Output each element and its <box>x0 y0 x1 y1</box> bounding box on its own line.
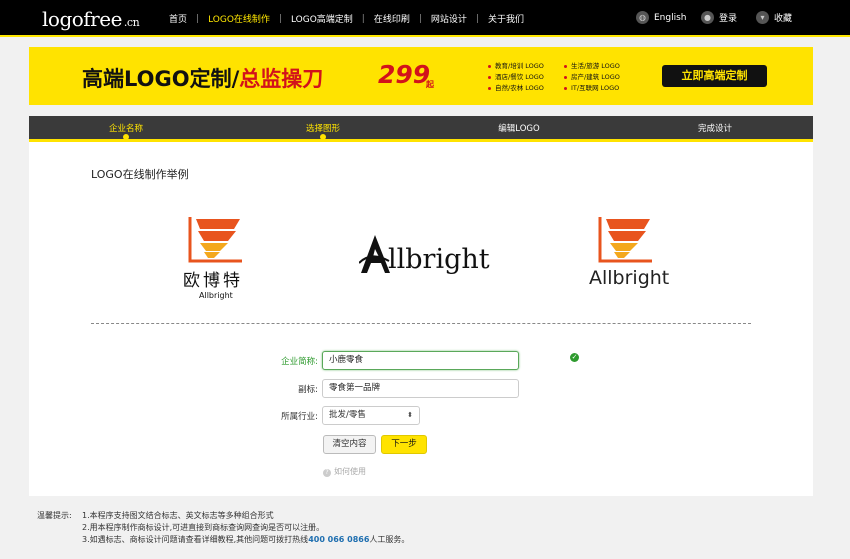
step-company-name: 企业名称 <box>108 124 144 134</box>
question-icon: ? <box>323 469 331 477</box>
banner-list-col2: 生活/旅游 LOGO 房产/建筑 LOGO IT/互联网 LOGO <box>564 61 620 94</box>
step-edit-logo: 编辑LOGO <box>498 124 540 134</box>
nav-home[interactable]: 首页 <box>160 12 196 25</box>
step-dot <box>320 134 326 140</box>
banner-list-item: 教育/培训 LOGO <box>488 61 544 72</box>
company-name-label: 企业简称: <box>281 357 318 367</box>
subtitle-label: 副标: <box>298 385 318 395</box>
user-icon: ● <box>701 11 714 24</box>
nav-logo-online[interactable]: LOGO在线制作 <box>199 12 279 25</box>
banner-list-item: 房产/建筑 LOGO <box>564 72 620 83</box>
tips-label: 温馨提示: <box>37 511 72 520</box>
login-link[interactable]: ● 登录 <box>701 11 737 24</box>
help-link[interactable]: ? 如何使用 <box>323 466 366 477</box>
help-label: 如何使用 <box>334 467 366 476</box>
tip-line-3-text: 3.如遇标志、商标设计问题请查看详细教程,其他问题可拨打热线 <box>82 535 309 544</box>
example-logo-en-1: Allbright <box>199 291 233 300</box>
favorite-label: 收藏 <box>774 14 793 24</box>
check-icon: ✓ <box>570 353 579 362</box>
next-button[interactable]: 下一步 <box>381 435 427 454</box>
step-progress-bar <box>29 116 813 142</box>
step-finish: 完成设计 <box>697 124 733 134</box>
banner-list-item: 生活/旅游 LOGO <box>564 61 620 72</box>
nav-about[interactable]: 关于我们 <box>479 12 533 25</box>
step-dot <box>123 134 129 140</box>
industry-select[interactable]: 批发/零售 ⬍ <box>322 406 420 425</box>
banner-list-item: 自然/农林 LOGO <box>488 83 544 94</box>
example-logo-cn: 欧博特 <box>183 271 243 291</box>
tip-line-3: 3.如遇标志、商标设计问题请查看详细教程,其他问题可拨打热线400 066 08… <box>82 534 409 545</box>
example-logo-mark-1 <box>188 217 242 263</box>
chevron-updown-icon: ⬍ <box>407 411 413 419</box>
banner-price: 299 <box>378 60 431 89</box>
nav-printing[interactable]: 在线印刷 <box>365 12 419 25</box>
logo-text: logofree <box>42 7 122 31</box>
language-label: English <box>654 12 687 23</box>
logo-suffix: .cn <box>123 16 140 29</box>
nav-logo-custom[interactable]: LOGO高端定制 <box>282 12 362 25</box>
banner-title: 高端LOGO定制/总监操刀 <box>82 63 323 93</box>
example-logo-mark-2 <box>359 235 390 273</box>
example-logo-mark-3 <box>598 217 652 263</box>
globe-icon: ◍ <box>636 11 649 24</box>
banner-title-red: 总监操刀 <box>239 67 324 91</box>
banner-list-item: 酒店/餐饮 LOGO <box>488 72 544 83</box>
banner-title-black: 高端LOGO定制/ <box>82 67 240 91</box>
tip-line-2: 2.用本程序制作商标设计,可进直接到商标查询网查询是否可以注册。 <box>82 523 325 532</box>
hotline-number: 400 066 0866 <box>308 535 370 544</box>
favorite-link[interactable]: ▾ 收藏 <box>756 11 792 24</box>
custom-order-button[interactable]: 立即高端定制 <box>662 65 767 87</box>
banner-list-item: IT/互联网 LOGO <box>564 83 620 94</box>
clear-button[interactable]: 清空内容 <box>323 435 376 454</box>
main-nav: 首页 | LOGO在线制作 | LOGO高端定制 | 在线印刷 | 网站设计 | 关于我们 <box>160 12 533 26</box>
nav-web-design[interactable]: 网站设计 <box>422 12 476 25</box>
example-logo-en-3: Allbright <box>589 267 670 289</box>
step-choose-graphic: 选择图形 <box>305 124 341 134</box>
section-divider <box>91 323 751 324</box>
tip-line-1: 1.本程序支持图文结合标志、英文标志等多种组合形式 <box>82 511 274 520</box>
company-name-input[interactable]: 小鹿零食 <box>322 351 519 370</box>
industry-label: 所属行业: <box>281 412 318 422</box>
language-switch[interactable]: ◍ English <box>636 11 687 24</box>
industry-select-value: 批发/零售 <box>329 410 366 420</box>
banner-price-suffix: 起 <box>426 80 434 89</box>
banner-list-col1: 教育/培训 LOGO 酒店/餐饮 LOGO 自然/农林 LOGO <box>488 61 544 94</box>
section-title: LOGO在线制作举例 <box>91 168 189 181</box>
example-logo-en-2: llbright <box>388 244 490 275</box>
login-label: 登录 <box>719 14 738 24</box>
site-logo[interactable]: logofree .cn <box>42 7 140 31</box>
tip-line-3-end: 人工服务。 <box>369 535 410 544</box>
cart-icon: ▾ <box>756 11 769 24</box>
subtitle-input[interactable]: 零食第一品牌 <box>322 379 519 398</box>
